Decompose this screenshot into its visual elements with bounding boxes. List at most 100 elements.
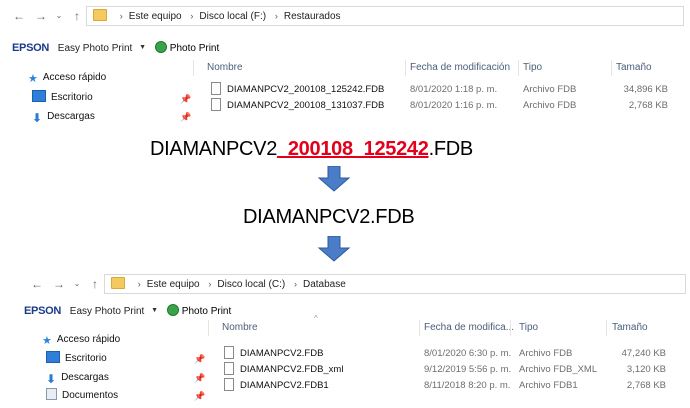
forward-arrow-icon[interactable]: →	[52, 277, 66, 291]
pin-icon[interactable]: 📌	[194, 391, 205, 402]
file-size: 3,120 KB	[626, 364, 666, 375]
file-date: 8/01/2020 1:16 p. m.	[410, 100, 498, 111]
file-name: DIAMANPCV2_200108_131037.FDB	[227, 100, 385, 111]
file-type: Archivo FDB_XML	[519, 364, 598, 375]
documents-icon	[46, 388, 57, 401]
nav-item-quick-access[interactable]: ★ Acceso rápido	[28, 70, 106, 86]
star-icon: ★	[28, 73, 38, 86]
nav-item-desktop[interactable]: Escritorio	[32, 90, 93, 106]
file-size: 2,768 KB	[628, 100, 668, 111]
file-name: DIAMANPCV2.FDB	[240, 348, 324, 359]
file-row[interactable]: DIAMANPCV2.FDB 8/01/2020 6:30 p. m. Arch…	[208, 345, 690, 362]
epson-toolbar: EPSON Easy Photo Print ▼ Photo Print	[0, 40, 690, 56]
epson-logo: EPSON	[24, 305, 62, 317]
file-icon	[224, 345, 234, 359]
address-bar[interactable]: › Este equipo › Disco local (C:) › Database	[104, 274, 686, 294]
down-arrow-icon	[317, 236, 351, 262]
sort-arrow-icon: ^	[314, 314, 318, 323]
down-arrow-icon	[317, 166, 351, 192]
address-row: ← → ⌄ ↑ › Este equipo › Disco local (F:) ›…	[0, 6, 690, 28]
easy-photo-print-button[interactable]: Easy Photo Print	[58, 43, 132, 54]
original-filename-caption: DIAMANPCV2_200108_125242.FDB	[150, 138, 473, 160]
file-icon	[224, 377, 234, 391]
navigation-pane: ★ Acceso rápido Escritorio 📌 ⬇ Descargas 📌…	[42, 332, 212, 408]
file-icon	[211, 97, 221, 111]
photo-print-icon	[154, 41, 167, 54]
photo-print-button[interactable]: Photo Print	[170, 43, 219, 54]
nav-item-documents[interactable]: Documentos	[46, 388, 118, 404]
download-icon: ⬇	[32, 111, 43, 126]
folder-icon	[93, 9, 107, 22]
photo-print-icon	[166, 304, 179, 317]
up-arrow-icon[interactable]: ↑	[70, 9, 84, 23]
file-icon	[211, 81, 221, 95]
file-type: Archivo FDB1	[519, 380, 578, 391]
file-name: DIAMANPCV2_200108_125242.FDB	[227, 84, 385, 95]
column-header-size[interactable]: Tamaño	[616, 60, 652, 76]
nav-item-desktop[interactable]: Escritorio	[46, 351, 107, 367]
file-row[interactable]: DIAMANPCV2_200108_131037.FDB 8/01/2020 1…	[193, 97, 690, 114]
epson-logo: EPSON	[12, 42, 50, 54]
column-header-size[interactable]: Tamaño	[612, 320, 648, 336]
column-header-type[interactable]: Tipo	[523, 60, 542, 76]
breadcrumb-item[interactable]: Database	[303, 279, 346, 290]
file-type: Archivo FDB	[523, 84, 577, 95]
epson-toolbar: EPSON Easy Photo Print ▼ Photo Print	[12, 303, 690, 319]
folder-icon	[111, 277, 125, 290]
breadcrumb-item[interactable]: Este equipo	[147, 279, 200, 290]
address-bar[interactable]: › Este equipo › Disco local (F:) › Restaura…	[86, 6, 684, 26]
up-arrow-icon[interactable]: ↑	[88, 277, 102, 291]
forward-arrow-icon[interactable]: →	[34, 9, 48, 23]
explorer-window-restaurados: ← → ⌄ ↑ › Este equipo › Disco local (F:) ›…	[0, 0, 690, 125]
desktop-icon	[32, 90, 46, 103]
column-header-type[interactable]: Tipo	[519, 320, 538, 336]
nav-item-downloads[interactable]: ⬇ Descargas	[46, 370, 109, 386]
recent-chevron-icon[interactable]: ⌄	[52, 9, 66, 23]
back-arrow-icon[interactable]: ←	[12, 9, 26, 23]
file-name: DIAMANPCV2.FDB_xml	[240, 364, 344, 375]
file-size: 34,896 KB	[623, 84, 668, 95]
breadcrumb-item[interactable]: Disco local (C:)	[217, 279, 285, 290]
file-date: 8/01/2020 6:30 p. m.	[424, 348, 512, 359]
photo-print-button[interactable]: Photo Print	[182, 306, 231, 317]
file-name: DIAMANPCV2.FDB1	[240, 380, 329, 391]
file-size: 2,768 KB	[626, 380, 666, 391]
address-row: ← → ⌄ ↑ › Este equipo › Disco local (C:) ›…	[12, 274, 690, 296]
breadcrumb-item[interactable]: Restaurados	[284, 11, 341, 22]
pin-icon[interactable]: 📌	[194, 373, 205, 384]
file-row[interactable]: DIAMANPCV2.FDB_xml 9/12/2019 5:56 p. m. …	[208, 361, 690, 378]
easy-photo-print-button[interactable]: Easy Photo Print	[70, 306, 144, 317]
breadcrumb-item[interactable]: Disco local (F:)	[199, 11, 266, 22]
nav-item-quick-access[interactable]: ★ Acceso rápido	[42, 332, 120, 348]
pin-icon[interactable]: 📌	[194, 354, 205, 365]
file-row[interactable]: DIAMANPCV2.FDB1 8/11/2018 8:20 p. m. Arc…	[208, 377, 690, 394]
file-date: 8/01/2020 1:18 p. m.	[410, 84, 498, 95]
recent-chevron-icon[interactable]: ⌄	[70, 277, 84, 291]
file-type: Archivo FDB	[523, 100, 577, 111]
file-icon	[224, 361, 234, 375]
breadcrumb-item[interactable]: Este equipo	[129, 11, 182, 22]
file-row[interactable]: DIAMANPCV2_200108_125242.FDB 8/01/2020 1…	[193, 81, 690, 98]
file-date: 9/12/2019 5:56 p. m.	[424, 364, 512, 375]
navigation-pane: ★ Acceso rápido Escritorio 📌 ⬇ Descargas 📌	[28, 70, 193, 125]
dropdown-caret-icon[interactable]: ▼	[151, 307, 158, 314]
star-icon: ★	[42, 335, 52, 348]
column-header-name[interactable]: Nombre	[222, 320, 258, 336]
file-list: Nombre Fecha de modificación Tipo Tamaño…	[193, 60, 690, 122]
nav-item-downloads[interactable]: ⬇ Descargas	[32, 109, 95, 125]
back-arrow-icon[interactable]: ←	[30, 277, 44, 291]
column-header-date[interactable]: Fecha de modifica...	[424, 320, 514, 336]
dropdown-caret-icon[interactable]: ▼	[139, 44, 146, 51]
download-icon: ⬇	[46, 372, 57, 387]
column-header-name[interactable]: Nombre	[207, 60, 243, 76]
file-size: 47,240 KB	[621, 348, 666, 359]
desktop-icon	[46, 351, 60, 364]
explorer-window-database: ← → ⌄ ↑ › Este equipo › Disco local (C:) ›…	[12, 268, 690, 408]
renamed-filename-caption: DIAMANPCV2.FDB	[243, 206, 415, 228]
file-list: ^ Nombre Fecha de modifica... Tipo Tamañ…	[208, 314, 690, 408]
timestamp-highlight: _200108_125242	[277, 138, 429, 160]
column-header-date[interactable]: Fecha de modificación	[410, 60, 510, 76]
pin-icon[interactable]: 📌	[180, 94, 191, 105]
file-date: 8/11/2018 8:20 p. m.	[424, 380, 511, 391]
pin-icon[interactable]: 📌	[180, 112, 191, 123]
